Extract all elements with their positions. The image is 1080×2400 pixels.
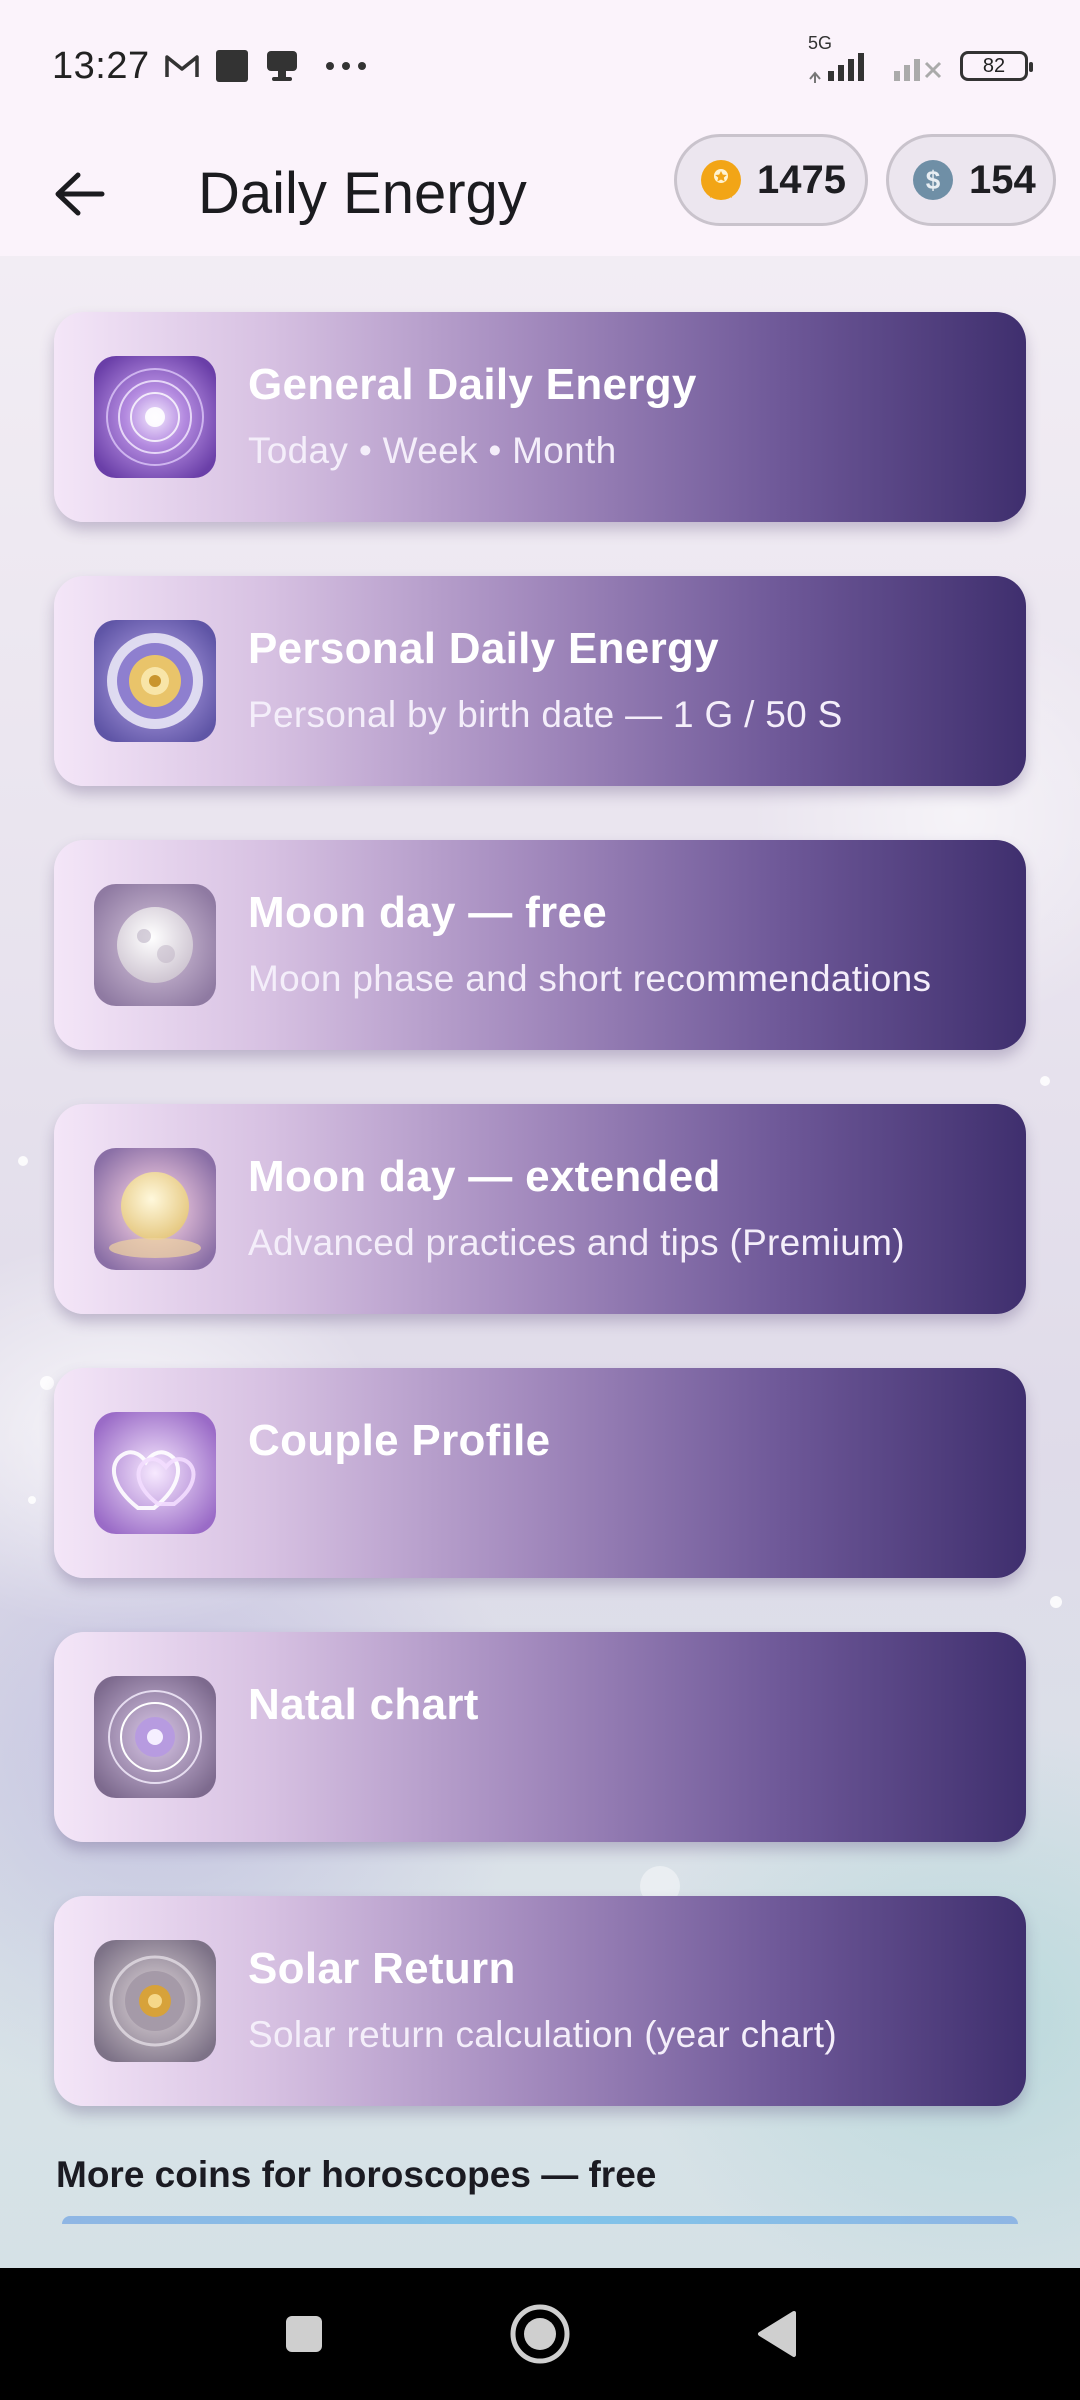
card-title: Natal chart (248, 1680, 479, 1729)
card-subtitle: Personal by birth date — 1 G / 50 S (248, 694, 843, 735)
card-natal-chart[interactable]: Natal chart (54, 1632, 1026, 1842)
signal-5g-icon: 5G (806, 33, 876, 83)
sparkle (1040, 1076, 1050, 1086)
recents-button[interactable] (266, 2296, 342, 2372)
signal-empty-icon (890, 49, 946, 83)
zodiac-wheel-thumb-icon (94, 620, 216, 742)
award-icon (701, 160, 741, 200)
section-title: More coins for horoscopes — free (56, 2154, 657, 2195)
sparkle (28, 1496, 36, 1504)
card-title: Moon day — free (248, 888, 607, 937)
sparkle (1050, 1596, 1062, 1608)
card-couple-profile[interactable]: Couple Profile (54, 1368, 1026, 1578)
status-time: 13:27 (52, 44, 150, 87)
square-nav-icon (286, 2316, 322, 2352)
page-title: Daily Energy (198, 161, 527, 226)
home-button[interactable] (502, 2296, 578, 2372)
card-subtitle: Today • Week • Month (248, 430, 617, 471)
cast-icon (264, 48, 300, 84)
system-nav-bar (0, 2268, 1080, 2400)
card-title: General Daily Energy (248, 360, 697, 409)
dollar-coin-icon: $ (913, 160, 953, 200)
status-left: 13:27 (52, 45, 368, 88)
sun-wheel-thumb-icon (94, 1940, 216, 2062)
card-title: Couple Profile (248, 1416, 551, 1465)
card-moon-day-free[interactable]: Moon day — free Moon phase and short rec… (54, 840, 1026, 1050)
circle-nav-icon (510, 2304, 570, 2364)
points-value: 1475 (757, 157, 846, 202)
full-moon-thumb-icon (94, 884, 216, 1006)
card-title: Solar Return (248, 1944, 516, 1993)
mandala-thumb-icon (94, 356, 216, 478)
arrow-left-icon (55, 172, 105, 216)
section-divider (62, 2216, 1018, 2224)
gmail-icon (164, 52, 200, 80)
svg-text:$: $ (926, 165, 941, 195)
card-subtitle: Solar return calculation (year chart) (248, 2014, 837, 2055)
status-bar: 13:27 5G 82 (0, 0, 1080, 132)
sparkle (18, 1156, 28, 1166)
card-subtitle: Advanced practices and tips (Premium) (248, 1222, 905, 1263)
points-balance-button[interactable]: 1475 (674, 134, 868, 226)
triangle-back-icon (758, 2311, 796, 2357)
status-right: 5G 82 (806, 33, 1033, 83)
coins-value: 154 (969, 157, 1036, 202)
card-subtitle: Moon phase and short recommendations (248, 958, 932, 999)
battery-icon: 82 (960, 51, 1033, 81)
battery-level: 82 (982, 54, 1006, 77)
sparkle (40, 1376, 54, 1390)
card-personal-daily-energy[interactable]: Personal Daily Energy Personal by birth … (54, 576, 1026, 786)
screen: 13:27 5G 82 Daily Energy 1475 $ 154 Gene… (0, 0, 1080, 2400)
more-dots-icon (324, 60, 368, 72)
card-general-daily-energy[interactable]: General Daily Energy Today • Week • Mont… (54, 312, 1026, 522)
coins-balance-button[interactable]: $ 154 (886, 134, 1056, 226)
card-title: Personal Daily Energy (248, 624, 719, 673)
card-moon-day-extended[interactable]: Moon day — extended Advanced practices a… (54, 1104, 1026, 1314)
network-label: 5G (808, 33, 833, 53)
back-button[interactable] (44, 158, 116, 230)
natal-wheel-thumb-icon (94, 1676, 216, 1798)
hearts-thumb-icon (94, 1412, 216, 1534)
card-solar-return[interactable]: Solar Return Solar return calculation (y… (54, 1896, 1026, 2106)
back-nav-button[interactable] (738, 2296, 814, 2372)
golden-moon-thumb-icon (94, 1148, 216, 1270)
card-title: Moon day — extended (248, 1152, 721, 1201)
square-icon (214, 48, 250, 84)
